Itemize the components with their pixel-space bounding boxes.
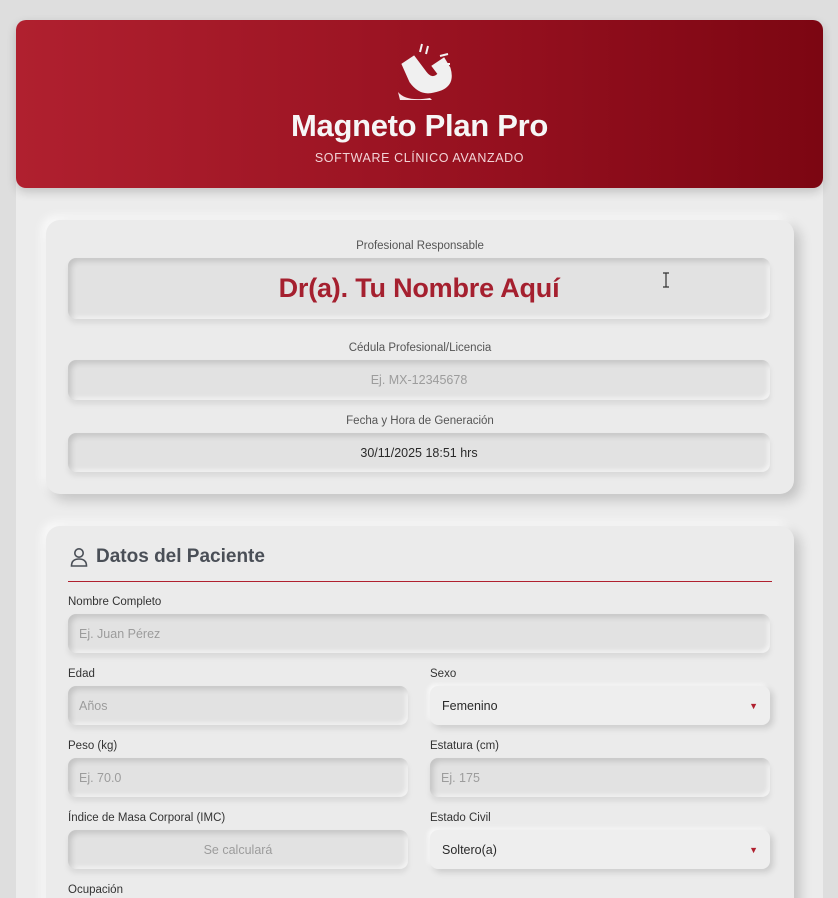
license-label: Cédula Profesional/Licencia xyxy=(348,342,492,354)
height-label: Estatura (cm) xyxy=(430,740,500,752)
sex-select[interactable]: Femenino ▼ xyxy=(430,686,770,725)
patient-section-title: Datos del Paciente xyxy=(96,546,265,567)
full-name-input[interactable]: Ej. Juan Pérez xyxy=(68,614,770,653)
bmi-label: Índice de Masa Corporal (IMC) xyxy=(68,812,226,824)
bmi-placeholder: Se calculará xyxy=(203,842,273,857)
page: Magneto Plan Pro SOFTWARE CLÍNICO AVANZA… xyxy=(0,0,838,898)
responsible-label: Profesional Responsable xyxy=(356,240,484,252)
app-header: Magneto Plan Pro SOFTWARE CLÍNICO AVANZA… xyxy=(16,20,823,188)
patient-section-header: Datos del Paciente xyxy=(70,546,265,568)
civil-status-label: Estado Civil xyxy=(430,812,491,824)
weight-input[interactable]: Ej. 70.0 xyxy=(68,758,408,797)
age-input[interactable]: Años xyxy=(68,686,408,725)
height-placeholder: Ej. 175 xyxy=(441,770,480,785)
bmi-field: Se calculará xyxy=(68,830,408,869)
weight-placeholder: Ej. 70.0 xyxy=(79,770,122,785)
chevron-down-icon: ▼ xyxy=(749,700,758,711)
civil-status-value: Soltero(a) xyxy=(442,842,497,857)
patient-card: Datos del Paciente Nombre Completo Ej. J… xyxy=(46,526,794,898)
datetime-label: Fecha y Hora de Generación xyxy=(346,415,494,427)
text-cursor-icon xyxy=(663,272,669,288)
chevron-down-icon: ▼ xyxy=(749,844,758,855)
sex-label: Sexo xyxy=(430,668,457,680)
full-name-label: Nombre Completo xyxy=(68,596,162,608)
occupation-label: Ocupación xyxy=(68,884,123,896)
sex-value: Femenino xyxy=(442,698,498,713)
age-label: Edad xyxy=(68,668,95,680)
section-divider xyxy=(68,581,772,582)
app-title: Magneto Plan Pro xyxy=(290,108,548,143)
doctor-name-field[interactable]: Dr(a). Tu Nombre Aquí xyxy=(68,258,770,319)
doctor-name: Dr(a). Tu Nombre Aquí xyxy=(278,273,560,303)
datetime-value: 30/11/2025 18:51 hrs xyxy=(360,445,478,460)
age-placeholder: Años xyxy=(79,698,108,713)
full-name-placeholder: Ej. Juan Pérez xyxy=(79,626,161,641)
license-input[interactable]: Ej. MX-12345678 xyxy=(68,360,770,400)
professional-card: Profesional Responsable Dr(a). Tu Nombre… xyxy=(46,220,794,494)
license-placeholder: Ej. MX-12345678 xyxy=(370,373,468,387)
user-icon xyxy=(70,548,88,567)
height-input[interactable]: Ej. 175 xyxy=(430,758,770,797)
app-subtitle: SOFTWARE CLÍNICO AVANZADO xyxy=(314,151,525,165)
magnet-icon xyxy=(397,43,452,100)
civil-status-select[interactable]: Soltero(a) ▼ xyxy=(430,830,770,869)
datetime-field: 30/11/2025 18:51 hrs xyxy=(68,433,770,472)
weight-label: Peso (kg) xyxy=(68,740,118,752)
